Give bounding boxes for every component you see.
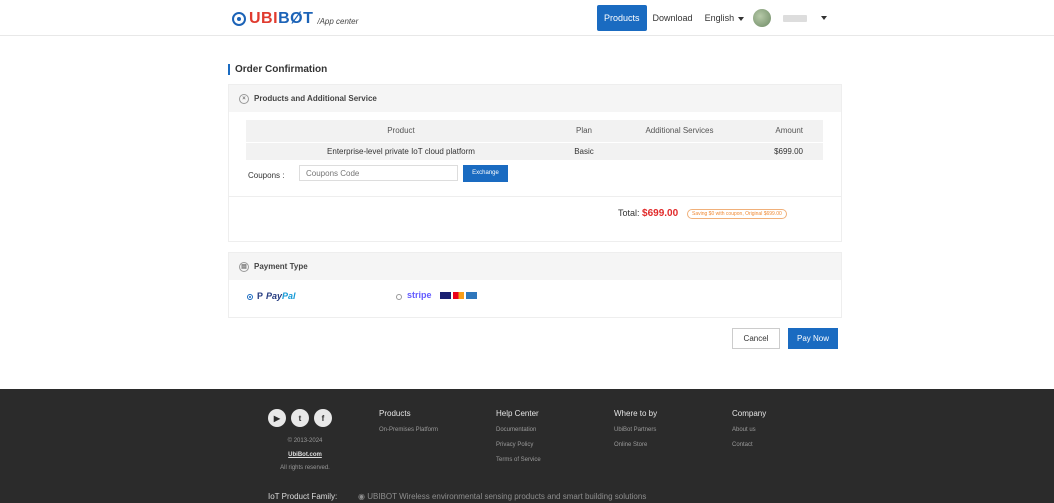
footer-heading: Help Center	[496, 409, 539, 418]
products-section-title: Products and Additional Service	[254, 94, 377, 103]
footer-heading: Products	[379, 409, 411, 418]
footer-link[interactable]: About us	[732, 427, 766, 433]
twitter-icon[interactable]: t	[291, 409, 309, 427]
footer-link[interactable]: UbiBot Partners	[614, 427, 657, 433]
products-section-icon: ×	[239, 93, 249, 104]
col-amount: Amount	[747, 120, 823, 142]
cancel-button[interactable]: Cancel	[732, 328, 780, 349]
copyright: © 2013-2024	[287, 438, 323, 444]
paypal-option[interactable]: P PayPal	[257, 291, 296, 301]
footer-link[interactable]: Online Store	[614, 442, 657, 448]
avatar[interactable]	[753, 9, 772, 27]
page-title: Order Confirmation	[228, 64, 327, 75]
col-product: Product	[246, 120, 556, 142]
main-nav: Products Download English	[597, 5, 828, 31]
footer-link[interactable]: Terms of Service	[496, 457, 541, 463]
logo-text: UBIBØT	[249, 10, 314, 27]
table-row: Enterprise-level private IoT cloud platf…	[246, 141, 823, 160]
facebook-icon[interactable]: f	[314, 409, 332, 427]
total-amount: $699.00	[642, 208, 679, 219]
visa-icon	[440, 292, 451, 299]
paypal-radio[interactable]	[247, 294, 253, 300]
nav-products[interactable]: Products	[597, 5, 647, 31]
payment-section-icon: ▤	[239, 261, 249, 272]
pay-now-button[interactable]: Pay Now	[788, 328, 838, 349]
product-family-label: IoT Product Family:	[268, 492, 338, 501]
payment-options: P PayPal stripe	[229, 280, 841, 316]
payment-section-title: Payment Type	[254, 262, 308, 271]
footer-col-help: Help Center Documentation Privacy Policy…	[496, 409, 541, 472]
col-plan: Plan	[556, 120, 612, 142]
social-links: ▶ t f	[268, 409, 337, 427]
footer-link[interactable]: Contact	[732, 442, 766, 448]
total-label: Total: $699.00	[618, 208, 679, 219]
footer-link[interactable]: On-Premises Platform	[379, 427, 438, 433]
language-select[interactable]: English	[705, 13, 745, 23]
products-card-header: × Products and Additional Service	[229, 85, 841, 112]
footer-heading: Company	[732, 409, 767, 418]
coupon-label: Coupons :	[248, 171, 285, 180]
rights-text: All rights reserved.	[280, 465, 330, 471]
payment-card: ▤ Payment Type P PayPal stripe	[228, 252, 842, 318]
footer-col-where: Where to by UbiBot Partners Online Store	[614, 409, 657, 457]
stripe-radio[interactable]	[396, 294, 402, 300]
footer-link[interactable]: Documentation	[496, 427, 541, 433]
logo-icon	[232, 12, 246, 26]
order-table: Product Plan Additional Services Amount …	[246, 120, 823, 160]
exchange-button[interactable]: Exchange	[463, 165, 508, 182]
total-row: Total: $699.00 Saving $0 with coupon, Or…	[229, 197, 841, 233]
user-name-blurred[interactable]	[783, 14, 808, 22]
product-family-logo[interactable]: ◉ UBIBOT Wireless environmental sensing …	[358, 492, 646, 501]
cell-amount: $699.00	[747, 141, 823, 160]
logo-subtitle: /App center	[317, 16, 359, 26]
nav-download[interactable]: Download	[647, 5, 699, 31]
coupon-input[interactable]	[299, 165, 458, 181]
cell-plan: Basic	[556, 141, 612, 160]
coupon-row: Coupons : Exchange	[229, 162, 841, 196]
payment-card-header: ▤ Payment Type	[229, 253, 841, 280]
footer-col-products: Products On-Premises Platform	[379, 409, 438, 442]
ubibot-logo[interactable]: UBIBØT /App center	[232, 10, 358, 28]
paypal-icon: P	[257, 291, 264, 301]
table-header-row: Product Plan Additional Services Amount	[246, 120, 823, 142]
footer-col-company: Company About us Contact	[732, 409, 766, 457]
site-link[interactable]: UbiBot.com	[260, 452, 350, 458]
youtube-icon[interactable]: ▶	[268, 409, 286, 427]
col-additional-services: Additional Services	[612, 120, 747, 142]
app-center-page: UBIBØT /App center Products Download Eng…	[0, 0, 1054, 503]
top-header: UBIBØT /App center Products Download Eng…	[0, 0, 1054, 36]
chevron-down-icon	[738, 16, 745, 21]
user-menu-chevron-icon[interactable]	[821, 16, 828, 20]
footer-link[interactable]: Privacy Policy	[496, 442, 541, 448]
products-card: × Products and Additional Service Produc…	[228, 84, 842, 242]
saving-badge: Saving $0 with coupon, Original $699.00	[687, 209, 787, 219]
mastercard-icon	[453, 292, 464, 299]
cell-product: Enterprise-level private IoT cloud platf…	[246, 141, 556, 160]
amex-icon	[466, 292, 477, 299]
cell-services	[612, 141, 747, 160]
stripe-option[interactable]: stripe	[407, 290, 432, 300]
footer-heading: Where to by	[614, 409, 658, 418]
